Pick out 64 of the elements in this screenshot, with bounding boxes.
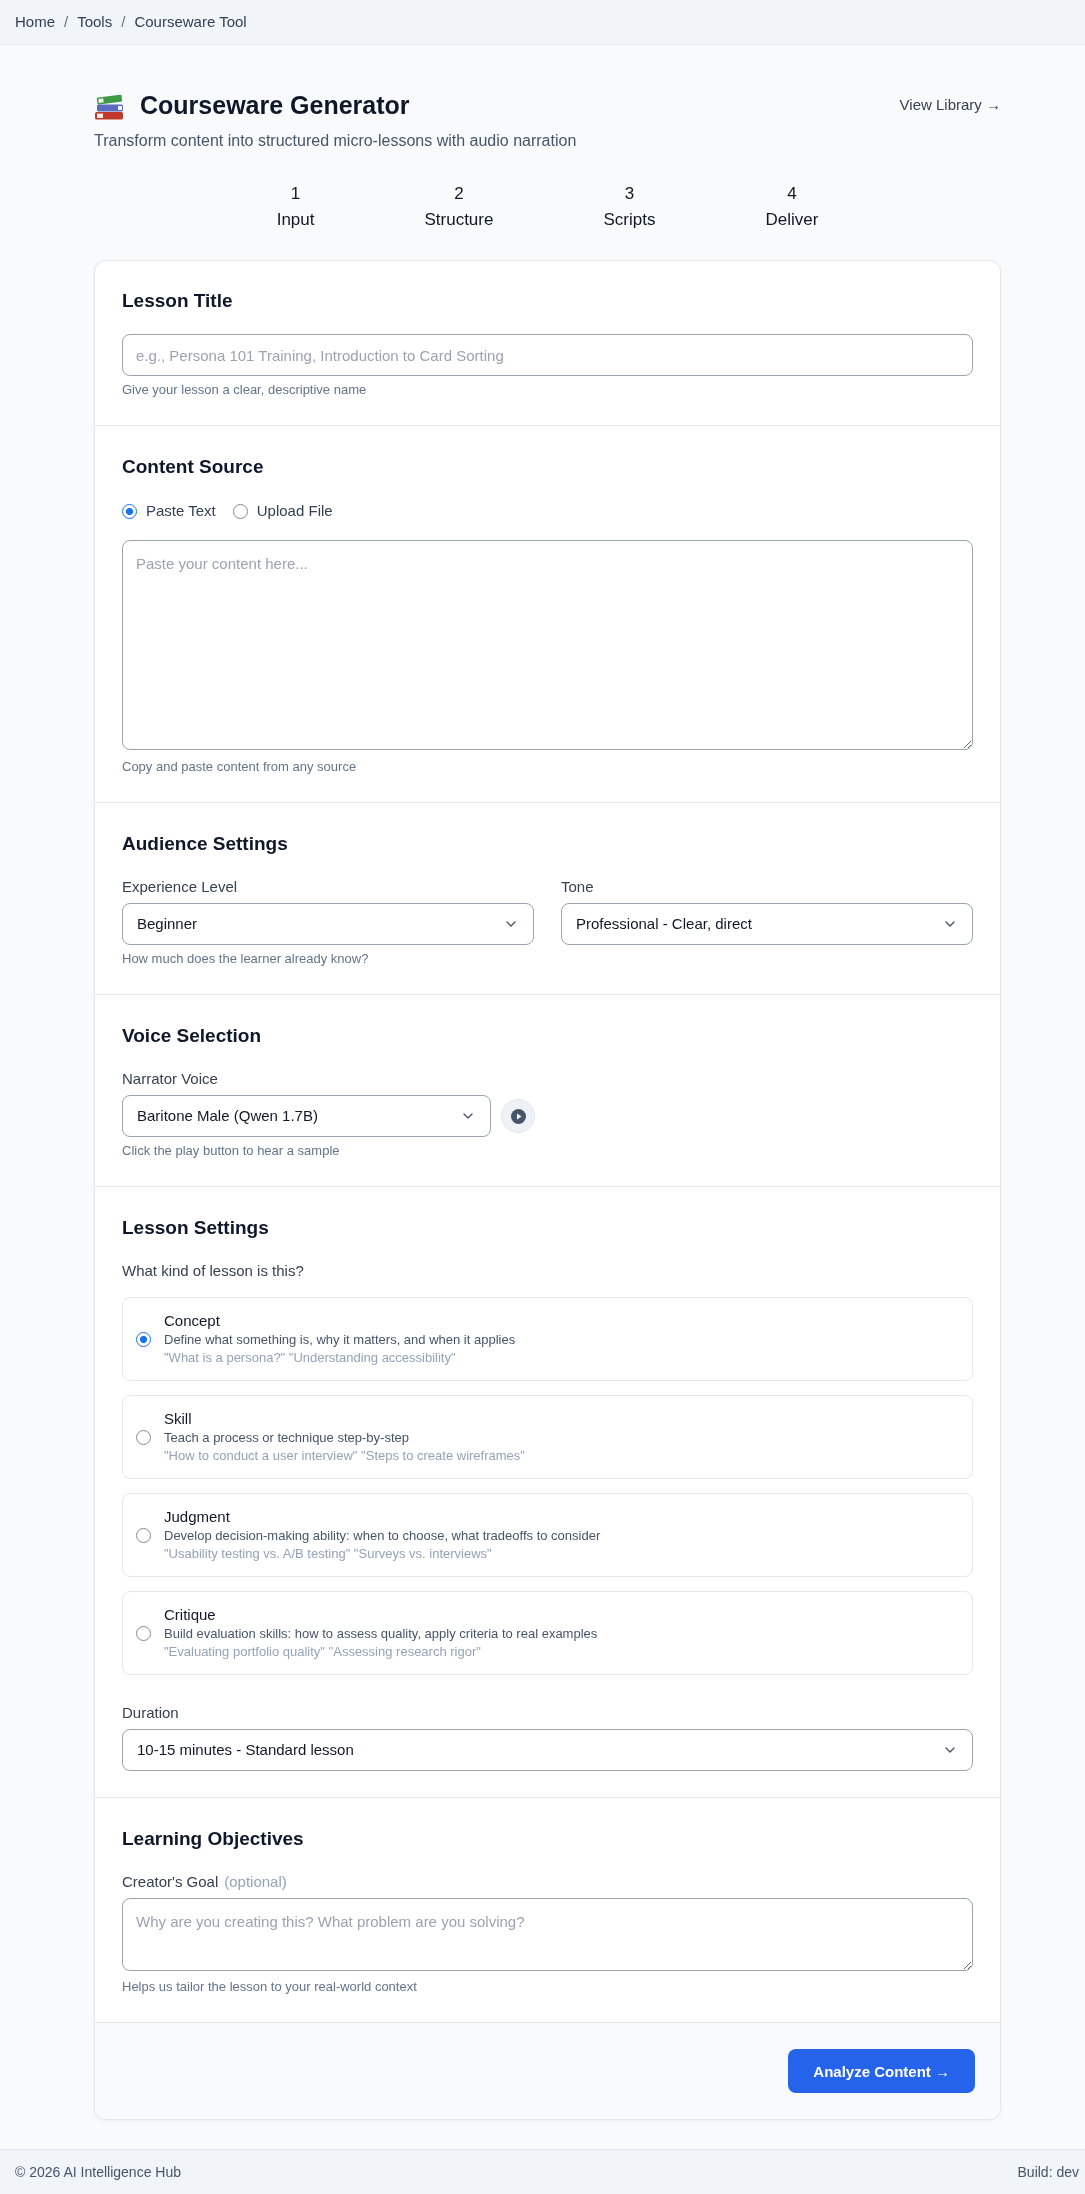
question-text: What kind of lesson is this? xyxy=(122,1261,305,1281)
step-number: 4 xyxy=(787,183,797,205)
section-heading: Voice Selection xyxy=(122,1024,263,1048)
option-title: Skill xyxy=(164,1409,193,1429)
section-heading: Learning Objectives xyxy=(122,1827,305,1851)
help-text: How much does the learner already know? xyxy=(122,950,370,968)
page-subtitle: Transform content into structured micro-lessons with audio narration xyxy=(94,131,578,151)
help-text: Copy and paste content from any source xyxy=(122,758,358,776)
dropdown[interactable]: Professional - Clear, direct xyxy=(561,903,973,945)
dropdown[interactable]: 10-15 minutes - Standard lesson xyxy=(122,1729,973,1771)
dropdown[interactable]: Baritone Male (Qwen 1.7B) xyxy=(122,1095,491,1137)
content-textarea[interactable]: Paste your content here... xyxy=(122,540,973,750)
step-label: Input xyxy=(276,209,315,231)
radio-option[interactable]: Upload File xyxy=(232,501,333,521)
page-title: Courseware Generator xyxy=(140,90,410,121)
lesson-type-option[interactable]: Judgment Develop decision-making ability: when to choose, what tradeoffs to consider "Usability testing vs. A/B testing" "Surveys vs. interviews" xyxy=(122,1493,973,1577)
breadcrumb-link[interactable]: Home xyxy=(15,12,55,32)
breadcrumb-current: Courseware Tool xyxy=(134,12,247,32)
lesson-type-option[interactable]: Critique Build evaluation skills: how to assess quality, apply criteria to real examples "Evaluating portfolio quality" "Assessing research rigor" xyxy=(122,1591,973,1675)
breadcrumb-separator: / xyxy=(64,12,69,32)
dropdown[interactable]: Beginner xyxy=(122,903,534,945)
field-label: Creator's Goal xyxy=(122,1872,219,1892)
field-label: Tone xyxy=(561,877,595,897)
section-heading: Content Source xyxy=(122,455,265,479)
option-description: Define what something is, why it matters, and when it applies xyxy=(164,1331,516,1349)
field-label: Experience Level xyxy=(122,877,239,897)
option-description: Teach a process or technique step-by-step xyxy=(164,1429,410,1447)
step-number: 3 xyxy=(624,183,635,205)
option-examples: "Evaluating portfolio quality" "Assessing research rigor" xyxy=(164,1643,482,1661)
help-text: Click the play button to hear a sample xyxy=(122,1142,341,1160)
step-number: 2 xyxy=(454,183,464,205)
field-label: Narrator Voice xyxy=(122,1069,219,1089)
step-label: Deliver xyxy=(765,209,819,231)
help-text: Helps us tailor the lesson to your real-world context xyxy=(122,1978,418,1996)
lesson-type-option[interactable]: Concept Define what something is, why it matters, and when it applies "What is a persona?" "Understanding accessibility" xyxy=(122,1297,973,1381)
option-examples: "Usability testing vs. A/B testing" "Surveys vs. interviews" xyxy=(164,1545,493,1563)
lesson-type-option[interactable]: Skill Teach a process or technique step-by-step "How to conduct a user interview" "Steps to create wireframes" xyxy=(122,1395,973,1479)
build-label: Build: dev xyxy=(1017,2163,1079,2182)
option-examples: "How to conduct a user interview" "Steps to create wireframes" xyxy=(164,1447,525,1465)
option-description: Build evaluation skills: how to assess quality, apply criteria to real examples xyxy=(164,1625,598,1643)
option-examples: "What is a persona?" "Understanding accessibility" xyxy=(164,1349,457,1367)
optional-note: (optional) xyxy=(224,1872,287,1892)
breadcrumb-link[interactable]: Tools xyxy=(77,12,113,32)
step-label: Scripts xyxy=(603,209,656,231)
section-heading: Lesson Settings xyxy=(122,1216,270,1240)
step-label: Structure xyxy=(424,209,494,231)
breadcrumb-separator: / xyxy=(121,12,126,32)
radio-option[interactable]: Paste Text xyxy=(122,501,216,521)
play-icon xyxy=(510,1108,526,1124)
lesson-title-input[interactable]: e.g., Persona 101 Training, Introduction to Card Sorting xyxy=(122,334,973,376)
copyright-text: © 2026 AI Intelligence Hub xyxy=(15,2163,181,2182)
view-library-link[interactable]: View Library → xyxy=(899,95,1001,115)
section-heading: Lesson Title xyxy=(122,289,234,313)
field-label: Duration xyxy=(122,1703,180,1723)
play-button[interactable] xyxy=(501,1099,535,1133)
option-title: Critique xyxy=(164,1605,217,1625)
goal-textarea[interactable]: Why are you creating this? What problem are you solving? xyxy=(122,1898,973,1971)
help-text: Give your lesson a clear, descriptive name xyxy=(122,381,368,399)
analyze-content-button[interactable]: Analyze Content → xyxy=(788,2049,975,2093)
option-title: Judgment xyxy=(164,1507,231,1527)
section-heading: Audience Settings xyxy=(122,832,289,856)
step-number: 1 xyxy=(290,183,301,205)
option-title: Concept xyxy=(164,1311,221,1331)
option-description: Develop decision-making ability: when to choose, what tradeoffs to consider xyxy=(164,1527,601,1545)
